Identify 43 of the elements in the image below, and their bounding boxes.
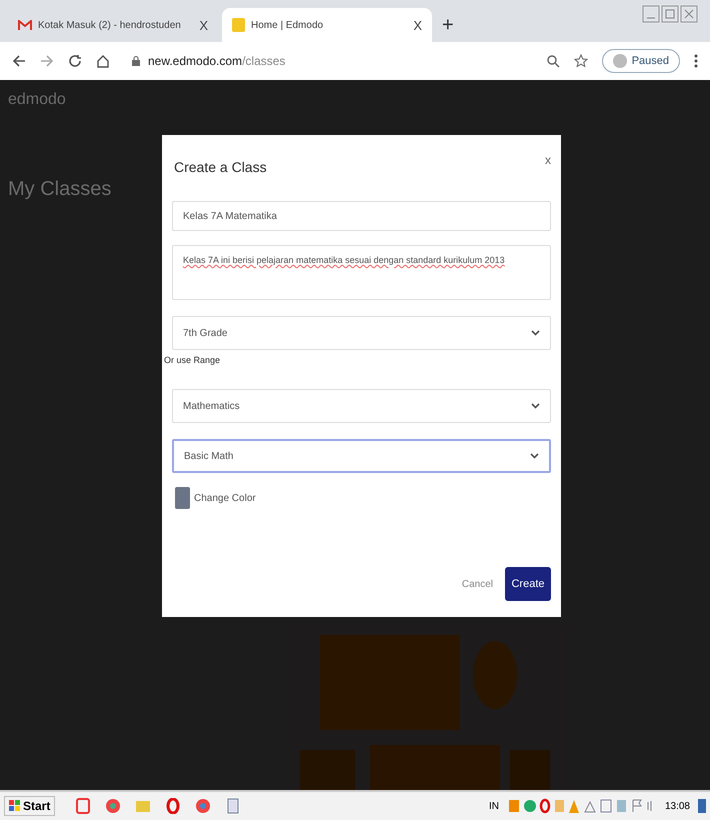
chevron-down-icon (530, 453, 539, 459)
description-field[interactable]: Kelas 7A ini berisi pelajaran matematika sesuai dengan standard kurikulum 2013 (172, 245, 551, 300)
zoom-icon[interactable] (546, 54, 560, 68)
start-button[interactable]: Start (4, 796, 56, 816)
browser-icon[interactable] (195, 798, 212, 814)
chevron-down-icon (531, 403, 540, 409)
dialog-title: Create a Class (174, 159, 267, 175)
reload-icon[interactable] (68, 54, 82, 68)
forward-icon[interactable] (40, 54, 54, 68)
new-tab-button[interactable]: + (436, 14, 460, 36)
tab-title: Home | Edmodo (251, 20, 324, 30)
lock-icon (132, 56, 140, 66)
browser-tab[interactable]: Kotak Masuk (2) - hendrostuden X (8, 8, 218, 42)
chevron-down-icon (531, 330, 540, 336)
windows-logo-icon (9, 800, 21, 812)
browser-tab[interactable]: Home | Edmodo X (222, 8, 432, 42)
range-link[interactable]: Or use Range (164, 355, 220, 365)
dropdown-field[interactable]: 7th Grade (172, 316, 551, 350)
profile-button[interactable]: Paused (602, 49, 680, 73)
dropdown-field[interactable]: Basic Math (172, 439, 551, 473)
mail-icon (18, 20, 32, 30)
avatar-icon (612, 54, 627, 68)
tab-title: Kotak Masuk (2) - hendrostuden (38, 20, 182, 30)
color-swatch[interactable] (175, 487, 190, 509)
back-icon[interactable] (12, 54, 26, 68)
close-tab-button[interactable]: X (199, 18, 208, 32)
app-icon[interactable] (75, 798, 92, 814)
change-color-link[interactable]: Change Color (194, 492, 256, 504)
clock: 13:08 (664, 800, 690, 812)
class-name-field[interactable]: Kelas 7A Matematika (172, 201, 551, 231)
page-heading: My Classes (8, 178, 112, 201)
cancel-button[interactable]: Cancel (462, 578, 493, 590)
browser-icon[interactable] (105, 798, 122, 814)
create-button[interactable]: Create (505, 567, 551, 601)
home-icon[interactable] (96, 54, 110, 68)
language-indicator[interactable]: IN (488, 800, 499, 812)
close-tab-button[interactable]: X (413, 18, 422, 32)
star-icon[interactable] (574, 54, 588, 68)
menu-icon[interactable] (694, 54, 698, 68)
close-button[interactable]: x (545, 153, 551, 167)
site-icon (232, 18, 245, 32)
document-icon[interactable] (225, 798, 242, 814)
dropdown-field[interactable]: Mathematics (172, 389, 551, 423)
